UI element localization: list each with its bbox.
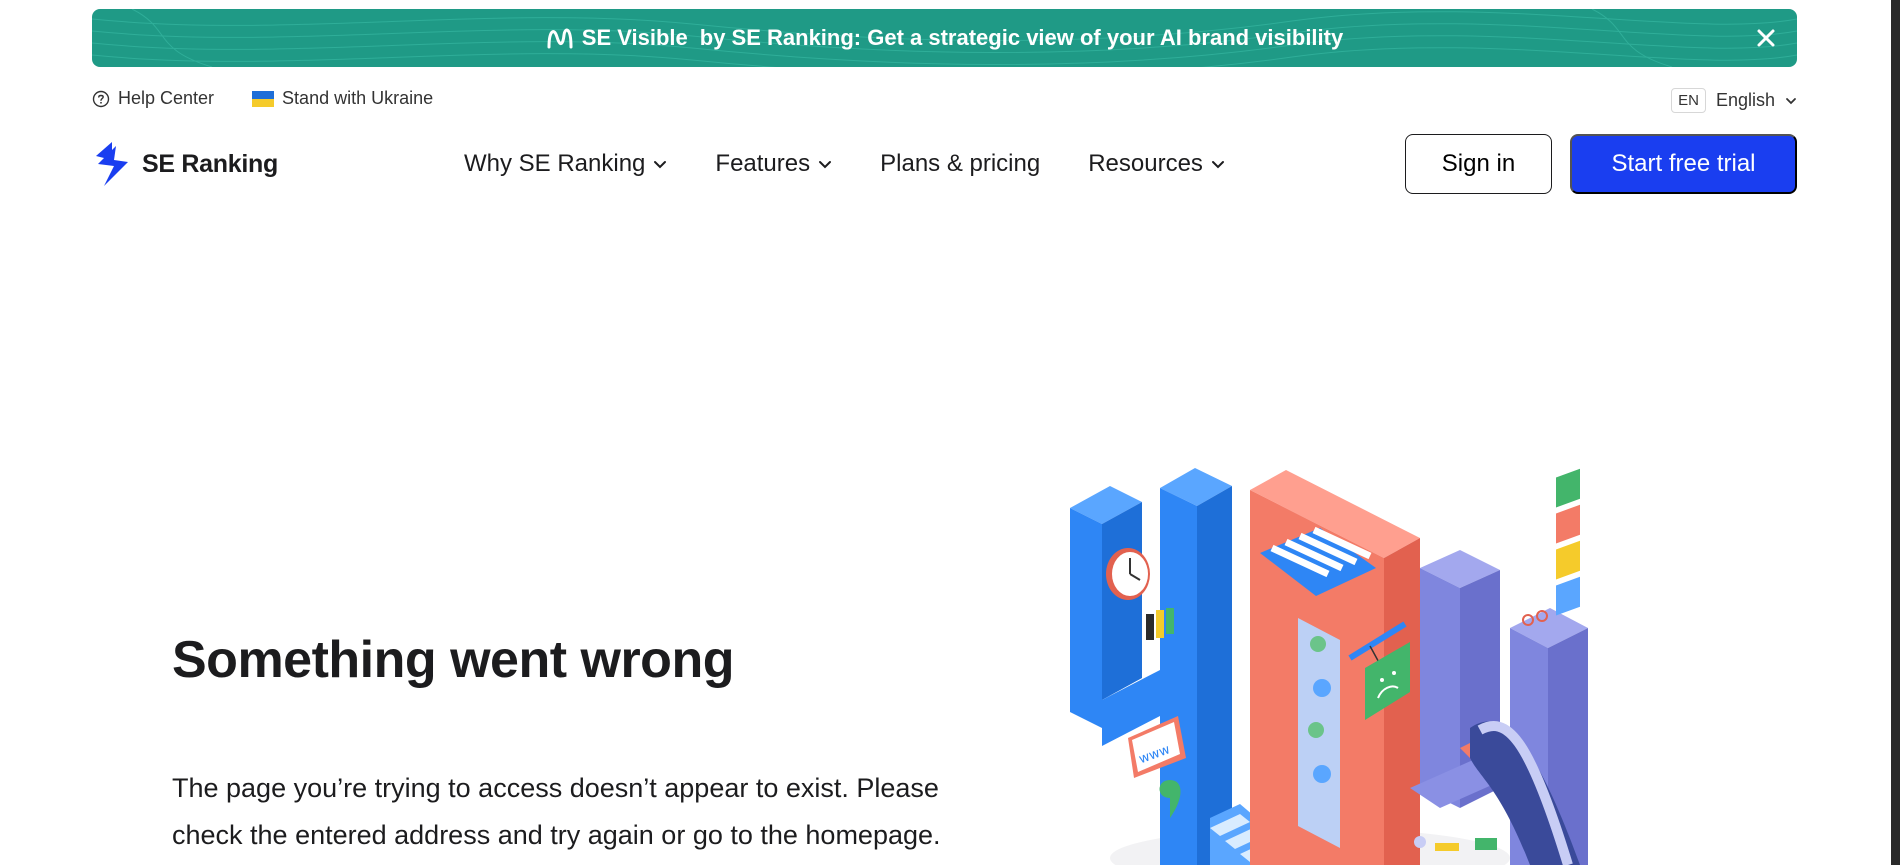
close-icon[interactable]	[1751, 23, 1781, 53]
404-illustration: www	[1070, 468, 1588, 865]
nav-why-se-ranking[interactable]: Why SE Ranking	[464, 150, 667, 178]
error-description: The page you’re trying to access doesn’t…	[172, 765, 1072, 859]
language-selector[interactable]: EN English	[1671, 88, 1797, 113]
chevron-down-icon	[1786, 97, 1796, 104]
sign-in-button[interactable]: Sign in	[1405, 134, 1552, 194]
se-ranking-bolt-icon	[96, 142, 128, 186]
nav-resources[interactable]: Resources	[1088, 150, 1225, 178]
nav-label: Plans & pricing	[880, 150, 1041, 177]
description-line-2: check the entered address and try again …	[172, 820, 941, 850]
language-name: English	[1715, 90, 1775, 110]
start-free-trial-button[interactable]: Start free trial	[1570, 134, 1797, 194]
nav-features[interactable]: Features	[715, 150, 832, 178]
chevron-down-icon	[1211, 160, 1224, 168]
scrollbar[interactable]	[1891, 0, 1900, 865]
ukraine-label: Stand with Ukraine	[282, 88, 434, 108]
nav-plans-pricing[interactable]: Plans & pricing	[880, 150, 1040, 178]
digit-four: www	[1070, 468, 1280, 865]
page-title: Something went wrong	[172, 631, 734, 689]
description-line-1: The page you’re trying to access doesn’t…	[172, 773, 939, 803]
main-navigation: SE Ranking Why SE Ranking Features Plans…	[92, 134, 1797, 194]
se-visible-label: SE Visible	[581, 25, 688, 50]
utility-bar: Help Center Stand with Ukraine EN Englis…	[92, 88, 1797, 114]
promo-banner[interactable]: SE Visible by SE Ranking: Get a strategi…	[92, 9, 1797, 67]
help-center-link[interactable]: Help Center	[92, 88, 214, 109]
ukraine-link[interactable]: Stand with Ukraine	[252, 88, 433, 109]
language-code: EN	[1671, 88, 1706, 113]
question-circle-icon	[92, 90, 110, 107]
help-center-label: Help Center	[118, 88, 215, 108]
chevron-down-icon	[819, 160, 832, 168]
digit-four-purple	[1410, 468, 1588, 865]
nav-label: Features	[715, 150, 811, 177]
chevron-down-icon	[654, 160, 667, 168]
nav-label: Why SE Ranking	[464, 150, 646, 177]
nav-label: Resources	[1088, 150, 1203, 177]
se-ranking-logo[interactable]: SE Ranking	[92, 142, 278, 186]
ukraine-flag-icon	[252, 90, 275, 107]
se-visible-logo-icon	[547, 28, 573, 49]
logo-wordmark: SE Ranking	[142, 149, 278, 178]
se-visible-brand[interactable]: SE Visible	[546, 25, 688, 51]
banner-message: by SE Ranking: Get a strategic view of y…	[699, 25, 1344, 50]
